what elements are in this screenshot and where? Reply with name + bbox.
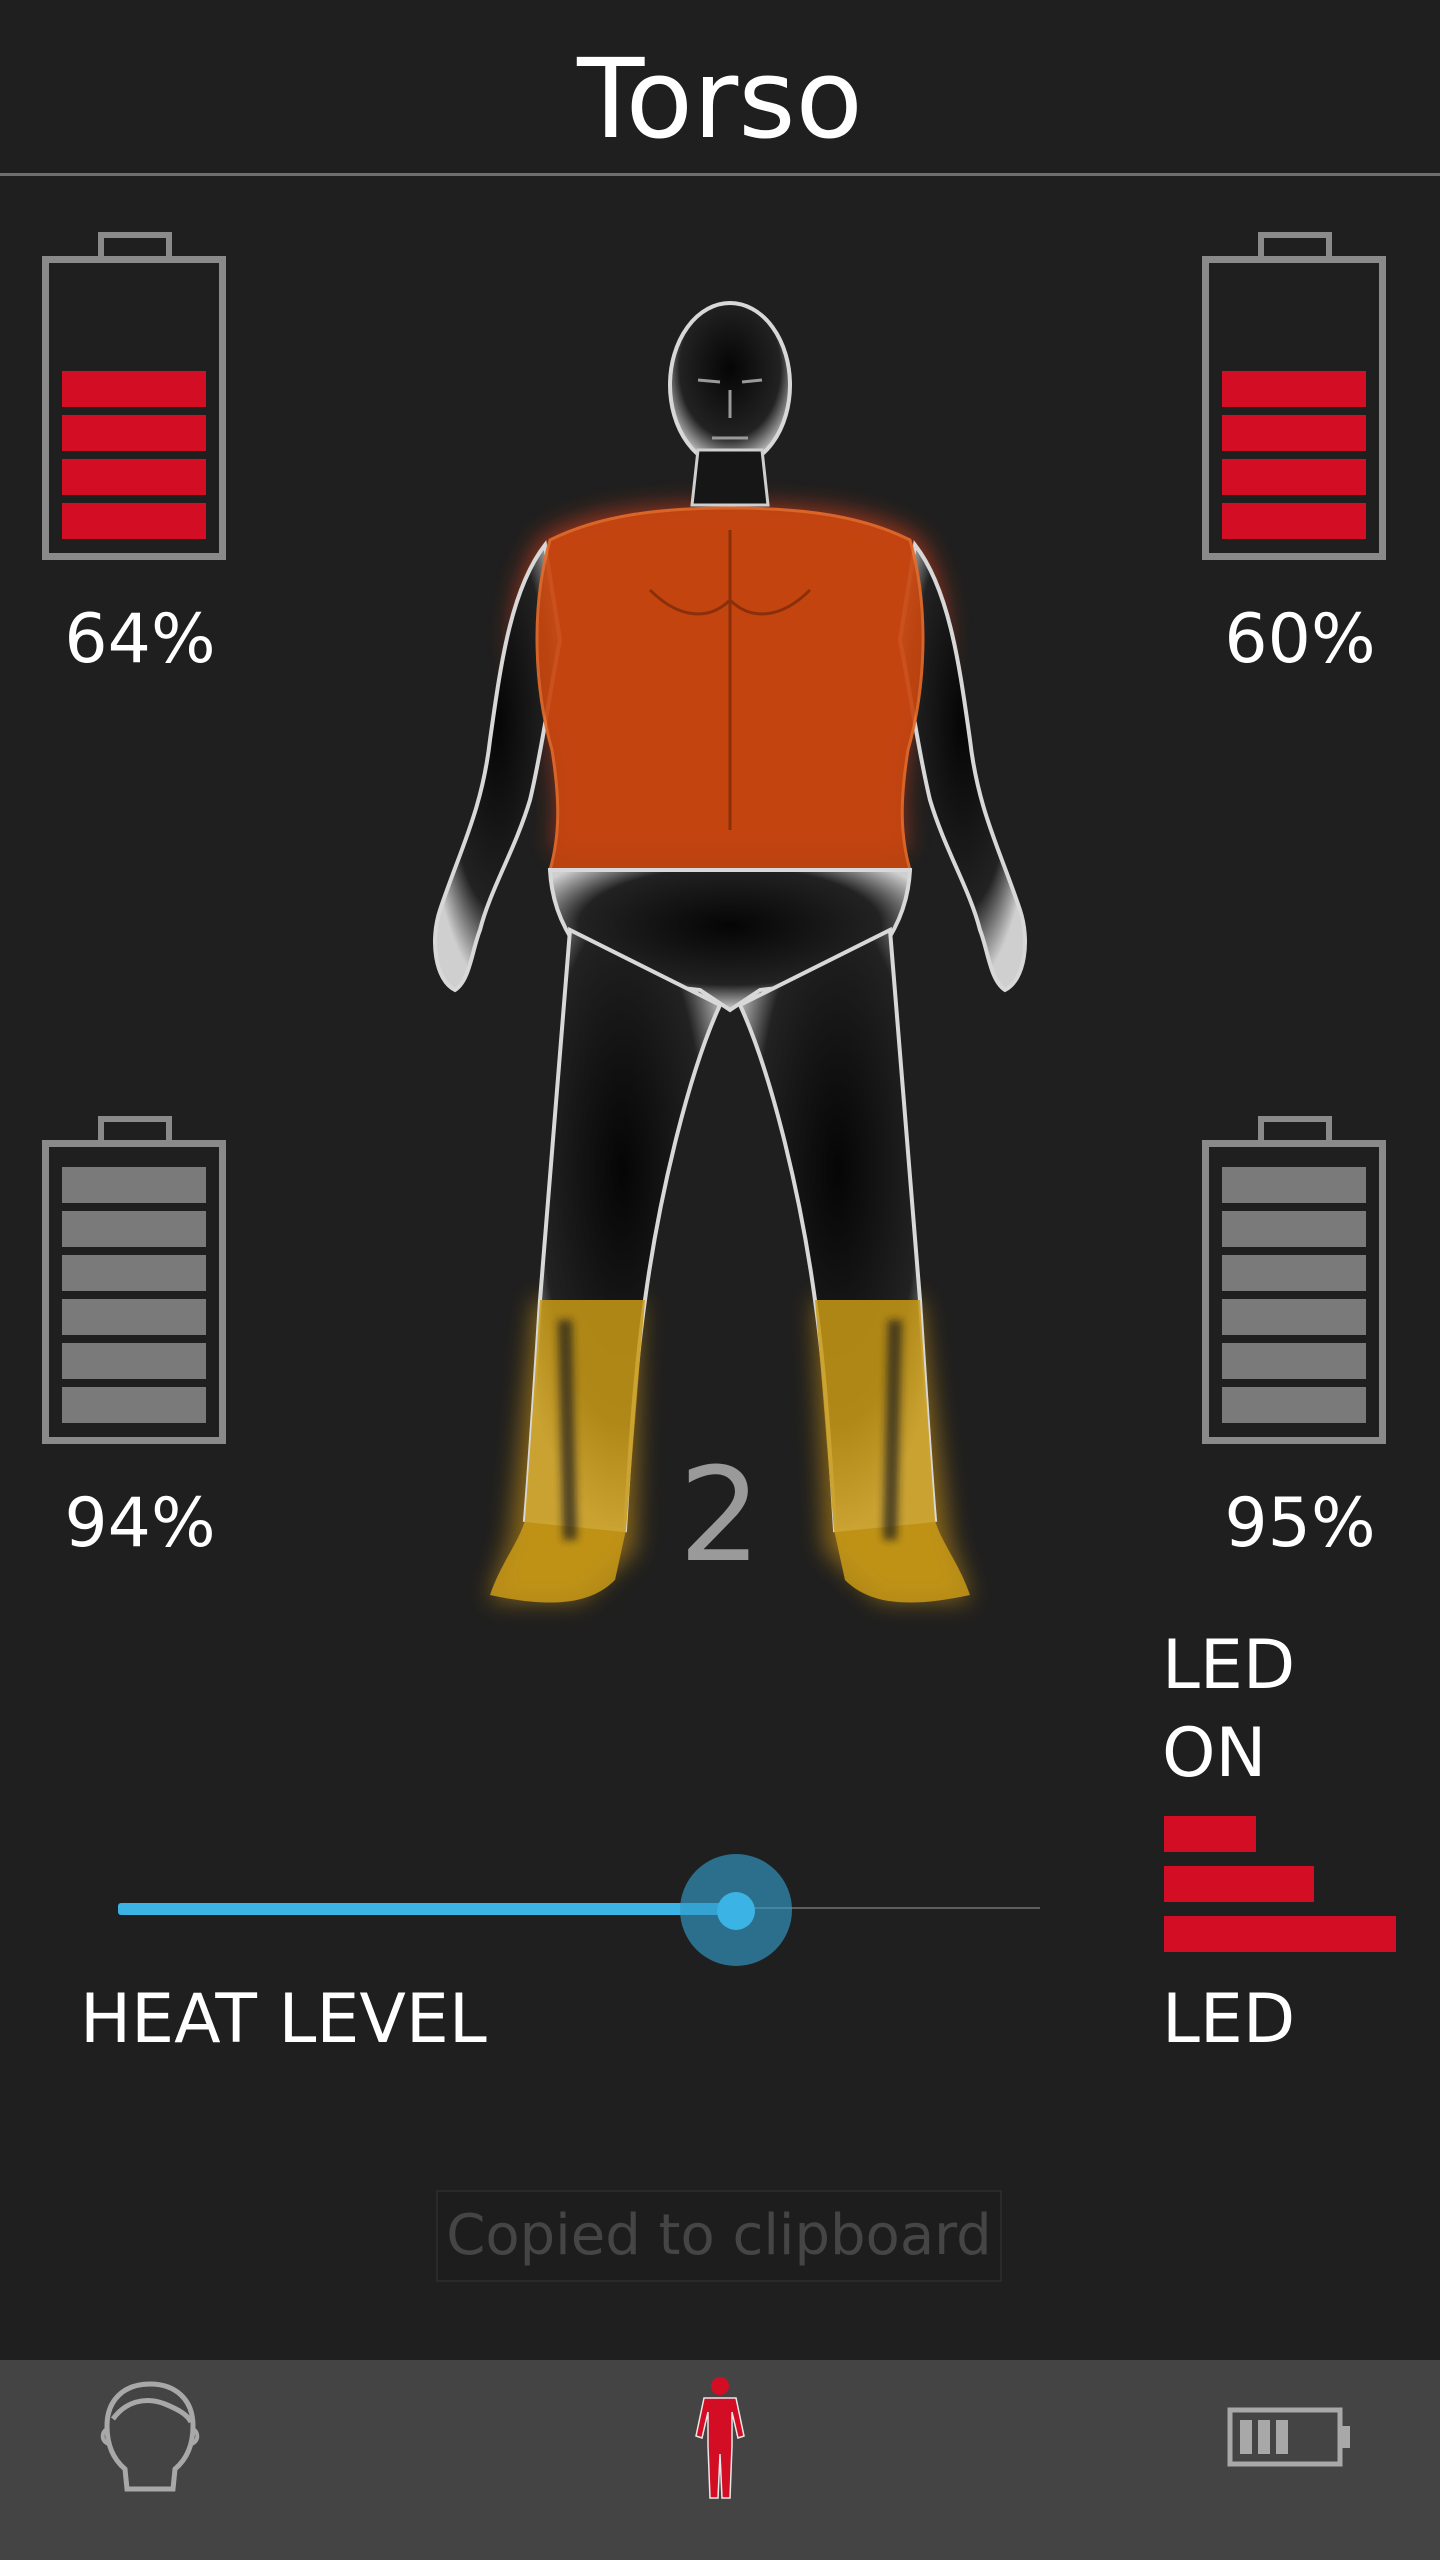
battery-bar — [1222, 503, 1366, 539]
battery-bar — [62, 283, 206, 319]
battery-bar — [1222, 1211, 1366, 1247]
battery-bar — [1222, 371, 1366, 407]
battery-bottom-left-label: 94% — [64, 1484, 216, 1563]
battery-bar — [62, 1299, 206, 1335]
battery-bar — [1222, 327, 1366, 363]
battery-bottom-left — [42, 1116, 232, 1446]
battery-bar — [1222, 415, 1366, 451]
battery-top-right — [1202, 232, 1392, 562]
nav-body-button[interactable] — [570, 2360, 870, 2560]
battery-bar — [62, 1211, 206, 1247]
battery-body — [42, 1140, 226, 1444]
battery-bar — [1222, 1387, 1366, 1423]
battery-top-left — [42, 232, 232, 562]
battery-bar — [1222, 1299, 1366, 1335]
led-status: LED ON — [1162, 1622, 1402, 1798]
heat-level-slider[interactable] — [118, 1854, 1040, 1966]
battery-body — [1202, 256, 1386, 560]
battery-body — [1202, 1140, 1386, 1444]
led-status-line2: ON — [1162, 1714, 1267, 1793]
battery-bar — [62, 1167, 206, 1203]
battery-bar — [62, 1255, 206, 1291]
nav-battery-button[interactable] — [1140, 2360, 1440, 2560]
battery-bar — [62, 503, 206, 539]
head-icon — [100, 2381, 200, 2492]
battery-bar — [1222, 1343, 1366, 1379]
led-bar — [1164, 1866, 1314, 1902]
battery-top-left-label: 64% — [64, 600, 216, 679]
header: Torso — [0, 0, 1440, 176]
app-screen: Torso 64% 60% 94% 95% 2 LED ON HEAT LEVE… — [0, 0, 1440, 2560]
battery-bottom-right-label: 95% — [1224, 1484, 1376, 1563]
battery-icon — [1227, 2407, 1350, 2467]
nav-head-button[interactable] — [0, 2360, 300, 2560]
led-label: LED — [1162, 1980, 1296, 2059]
battery-bar — [62, 371, 206, 407]
led-bar — [1164, 1816, 1256, 1852]
heat-level-value: 2 — [678, 1439, 762, 1591]
battery-bar — [62, 1387, 206, 1423]
bottom-nav — [0, 2360, 1440, 2560]
battery-bar — [1222, 1167, 1366, 1203]
battery-bar — [62, 415, 206, 451]
led-status-line1: LED — [1162, 1626, 1296, 1705]
slider-thumb[interactable] — [717, 1892, 755, 1930]
toast-message: Copied to clipboard — [436, 2190, 1002, 2282]
battery-body — [42, 256, 226, 560]
battery-top-right-label: 60% — [1224, 600, 1376, 679]
battery-bar — [1222, 283, 1366, 319]
body-icon — [695, 2377, 745, 2499]
page-title: Torso — [577, 35, 863, 163]
human-body-heat-map[interactable] — [430, 290, 1030, 1630]
battery-bar — [1222, 459, 1366, 495]
heat-level-label: HEAT LEVEL — [80, 1980, 487, 2059]
slider-fill — [118, 1903, 736, 1915]
led-bars-icon[interactable] — [1164, 1816, 1396, 1956]
battery-bar — [62, 459, 206, 495]
battery-bar — [62, 1343, 206, 1379]
battery-bar — [1222, 1255, 1366, 1291]
battery-bottom-right — [1202, 1116, 1392, 1446]
led-bar — [1164, 1916, 1396, 1952]
battery-bar — [62, 327, 206, 363]
